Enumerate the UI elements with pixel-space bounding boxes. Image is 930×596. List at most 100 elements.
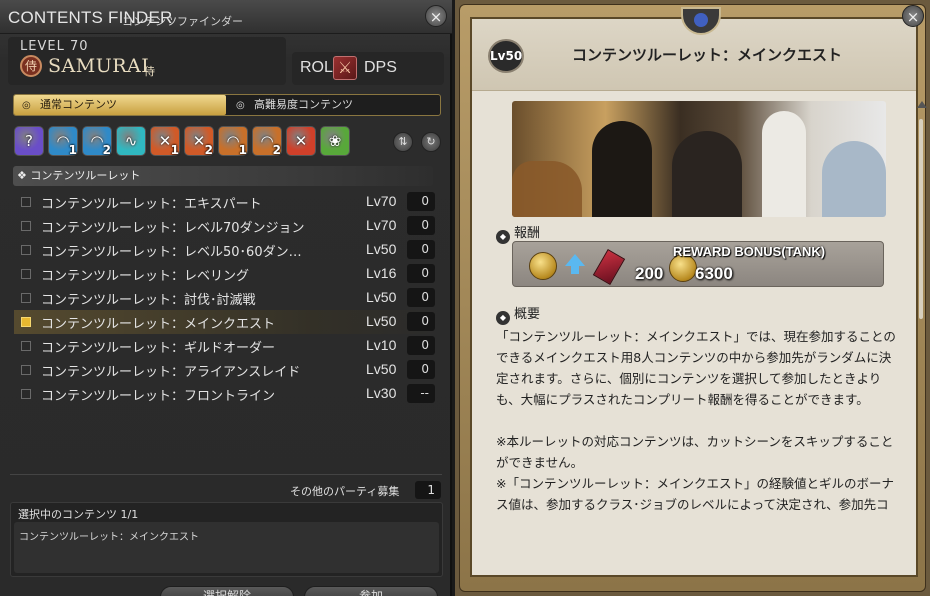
level-label: LEVEL 70 <box>20 39 89 54</box>
duty-row[interactable]: コンテンツルーレット：レベリング Lv16 0 <box>14 262 439 286</box>
duty-checkbox[interactable] <box>21 317 31 327</box>
duty-detail-panel: Lv50 コンテンツルーレット：メインクエスト ◆ 報酬 200 6300 REW… <box>455 0 930 596</box>
duty-clear-count: 0 <box>407 264 435 283</box>
tomestone-icon <box>592 249 626 285</box>
duty-level: Lv50 <box>366 289 397 305</box>
tab-label: 通常コンテンツ <box>40 98 117 111</box>
join-button[interactable]: 参加 <box>304 586 438 596</box>
duty-clear-count: 0 <box>407 192 435 211</box>
trial-icon[interactable]: ✕ 1 <box>150 126 180 157</box>
duty-icon-number: 2 <box>272 143 281 157</box>
duty-name: コンテンツルーレット：討伐･討滅戦 <box>41 293 256 308</box>
book-icon: ◆ <box>496 311 510 325</box>
category-header[interactable]: ❖ コンテンツルーレット <box>13 166 433 186</box>
duty-row[interactable]: コンテンツルーレット：討伐･討滅戦 Lv50 0 <box>14 286 439 310</box>
duty-row[interactable]: コンテンツルーレット：レベル50･60ダン… Lv50 0 <box>14 238 439 262</box>
party-recruit-label: その他のパーティ募集 <box>290 485 400 498</box>
duty-icon-glyph: ∿ <box>124 132 138 150</box>
duty-clear-count: 0 <box>407 336 435 355</box>
duty-checkbox[interactable] <box>21 245 31 255</box>
detail-paper: Lv50 コンテンツルーレット：メインクエスト ◆ 報酬 200 6300 REW… <box>470 7 927 577</box>
duty-icon-number: 1 <box>238 143 247 157</box>
trial-icon[interactable]: ✕ 2 <box>184 126 214 157</box>
duty-checkbox[interactable] <box>21 341 31 351</box>
job-kanji: 侍 <box>144 65 155 78</box>
selected-content-box: 選択中のコンテンツ 1/1 コンテンツルーレット：メインクエスト <box>10 502 443 577</box>
tab-high-end-content[interactable]: ◎ 高難易度コンテンツ <box>228 95 440 115</box>
duty-icon-number: 2 <box>102 143 111 157</box>
duty-name: コンテンツルーレット：レベリング <box>41 269 250 284</box>
window-subtitle: コンテンツファインダー <box>122 15 243 28</box>
sort-icon[interactable]: ⇅ <box>393 132 413 152</box>
selected-content-list: コンテンツルーレット：メインクエスト <box>14 522 439 573</box>
samurai-job-icon: 侍 <box>20 55 42 77</box>
screen: CONTENTS FINDER コンテンツファインダー × LEVEL 70 侍… <box>0 0 930 596</box>
summary-paragraph-1: 「コンテンツルーレット：メインクエスト」では、現在参加することのできるメインクエ… <box>496 329 896 407</box>
duty-row[interactable]: コンテンツルーレット：アライアンスレイド Lv50 0 <box>14 358 439 382</box>
duty-icon-number: 1 <box>68 143 77 157</box>
duty-level: Lv50 <box>366 313 397 329</box>
duty-banner-image <box>512 101 886 217</box>
title-bar[interactable]: CONTENTS FINDER コンテンツファインダー × <box>0 0 452 34</box>
duty-checkbox[interactable] <box>21 221 31 231</box>
tab-normal-content[interactable]: ◎ 通常コンテンツ <box>14 95 226 115</box>
reset-icon[interactable]: ↻ <box>421 132 441 152</box>
dps-role-icon: ⚔ <box>333 56 357 80</box>
duty-name: コンテンツルーレット：ギルドオーダー <box>41 341 276 356</box>
job-name: SAMURAI <box>48 55 150 77</box>
duty-level: Lv70 <box>366 217 397 233</box>
search-icon: ◎ <box>22 100 31 111</box>
duty-name: コンテンツルーレット：メインクエスト <box>41 317 276 332</box>
detail-close-icon[interactable]: × <box>902 5 924 27</box>
dungeon-icon[interactable]: ◠ 2 <box>82 126 112 157</box>
scroll-up-icon[interactable] <box>917 101 927 108</box>
duty-icon-glyph: ✕ <box>294 132 308 150</box>
pvp-icon[interactable]: ✕ <box>286 126 316 156</box>
level-job-box: LEVEL 70 侍 SAMURAI 侍 <box>8 37 286 85</box>
duty-clear-count: 0 <box>407 312 435 331</box>
duty-row[interactable]: コンテンツルーレット：メインクエスト Lv50 0 <box>14 310 439 334</box>
exp-coin-icon <box>529 252 557 280</box>
role-box: ROLE ⚔ DPS <box>292 52 444 85</box>
duty-icon-number: 2 <box>204 143 213 157</box>
duty-checkbox[interactable] <box>21 269 31 279</box>
divider <box>10 474 442 475</box>
content-tabs: ◎ 通常コンテンツ ◎ 高難易度コンテンツ <box>13 94 441 116</box>
duty-icon-number: 1 <box>170 143 179 157</box>
duty-clear-count: 0 <box>407 240 435 259</box>
duty-row[interactable]: コンテンツルーレット：レベル70ダンジョン Lv70 0 <box>14 214 439 238</box>
duty-checkbox[interactable] <box>21 293 31 303</box>
duty-checkbox[interactable] <box>21 365 31 375</box>
roulette-icon[interactable]: ? <box>14 126 44 156</box>
close-icon[interactable]: × <box>425 5 447 27</box>
role-value: DPS <box>364 59 397 76</box>
duty-name: コンテンツルーレット：レベル70ダンジョン <box>41 221 305 236</box>
duty-clear-count: -- <box>407 384 435 403</box>
duty-name: コンテンツルーレット：レベル50･60ダン… <box>41 245 302 260</box>
bonus-up-arrow-icon <box>565 254 585 274</box>
duty-level: Lv50 <box>366 361 397 377</box>
duty-name: コンテンツルーレット：エキスパート <box>41 197 262 212</box>
dungeon-icon[interactable]: ◠ 1 <box>48 126 78 157</box>
raid-icon[interactable]: ◠ 1 <box>218 126 248 157</box>
summary-body: 「コンテンツルーレット：メインクエスト」では、現在参加することのできるメインクエ… <box>496 326 896 536</box>
duty-icon-glyph: ❀ <box>328 132 342 150</box>
duty-row[interactable]: コンテンツルーレット：エキスパート Lv70 0 <box>14 190 439 214</box>
duty-checkbox[interactable] <box>21 389 31 399</box>
duty-name: コンテンツルーレット：フロントライン <box>41 389 276 404</box>
duty-row[interactable]: コンテンツルーレット：フロントライン Lv30 -- <box>14 382 439 406</box>
duty-level: Lv70 <box>366 193 397 209</box>
search-icon: ◎ <box>236 100 245 111</box>
duty-checkbox[interactable] <box>21 197 31 207</box>
duty-name: コンテンツルーレット：アライアンスレイド <box>41 365 301 380</box>
clear-selection-button[interactable]: 選択解除 <box>160 586 294 596</box>
duty-row[interactable]: コンテンツルーレット：ギルドオーダー Lv10 0 <box>14 334 439 358</box>
scrollbar-thumb[interactable] <box>919 119 923 319</box>
duty-level: Lv30 <box>366 385 397 401</box>
level-badge: Lv50 <box>488 39 524 73</box>
raid-icon[interactable]: ◠ 2 <box>252 126 282 157</box>
guildhest-icon[interactable]: ∿ <box>116 126 146 156</box>
scrollbar[interactable] <box>919 109 925 529</box>
reward-box: 200 6300 REWARD BONUS(TANK) <box>512 241 884 287</box>
gold-saucer-icon[interactable]: ❀ <box>320 126 350 156</box>
